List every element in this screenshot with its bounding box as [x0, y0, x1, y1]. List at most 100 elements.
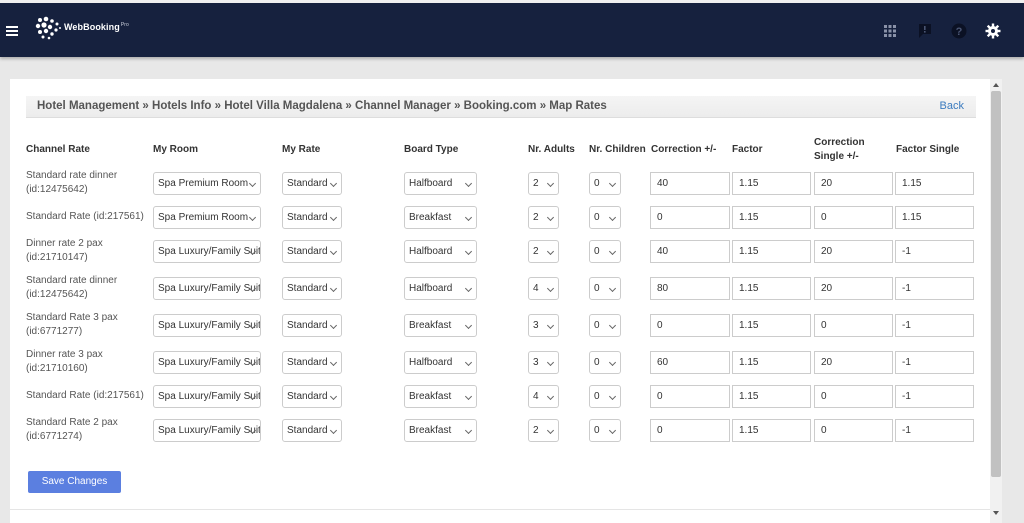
my-room-select[interactable]: Spa Luxury/Family Suite	[153, 314, 261, 337]
nr-children-select[interactable]: 0	[589, 172, 621, 195]
gear-icon[interactable]	[985, 23, 1001, 39]
correction-input[interactable]: 0	[650, 206, 730, 229]
scroll-down-arrow-icon[interactable]	[993, 511, 999, 515]
factor-single-input[interactable]: 1.15	[895, 206, 974, 229]
correction-single-input[interactable]: 0	[814, 419, 893, 442]
my-rate-select[interactable]: Standard	[282, 277, 342, 300]
my-rate-select[interactable]: Standard	[282, 206, 342, 229]
my-rate-select[interactable]: Standard	[282, 240, 342, 263]
scrollbar-thumb[interactable]	[991, 91, 1001, 477]
chevron-down-icon	[329, 213, 338, 222]
board-type-select[interactable]: Breakfast	[404, 419, 477, 442]
correction-input[interactable]: 0	[650, 419, 730, 442]
chevron-down-icon	[464, 321, 473, 330]
factor-input[interactable]: 1.15	[732, 172, 811, 195]
board-type-select[interactable]: Breakfast	[404, 385, 477, 408]
chevron-down-icon	[329, 284, 338, 293]
nr-children-select[interactable]: 0	[589, 206, 621, 229]
help-icon[interactable]: ?	[951, 23, 967, 39]
my-rate-select[interactable]: Standard	[282, 172, 342, 195]
flag-feedback-icon[interactable]	[917, 23, 933, 39]
my-rate-select[interactable]: Standard	[282, 314, 342, 337]
nr-adults-select[interactable]: 4	[528, 385, 559, 408]
nr-adults-select-value: 2	[533, 178, 539, 189]
correction-single-input[interactable]: 0	[814, 206, 893, 229]
nr-adults-select[interactable]: 4	[528, 277, 559, 300]
my-rate-select-value: Standard	[287, 425, 328, 436]
grid-apps-icon[interactable]	[882, 23, 898, 39]
nr-children-select[interactable]: 0	[589, 385, 621, 408]
back-link[interactable]: Back	[940, 100, 964, 112]
my-rate-select[interactable]: Standard	[282, 351, 342, 374]
nr-adults-select[interactable]: 3	[528, 351, 559, 374]
hamburger-menu-icon[interactable]	[6, 26, 18, 36]
factor-single-input-value: -1	[902, 391, 911, 402]
correction-single-input[interactable]: 20	[814, 351, 893, 374]
correction-single-input[interactable]: 0	[814, 314, 893, 337]
my-room-select[interactable]: Spa Premium Room	[153, 172, 261, 195]
correction-input[interactable]: 80	[650, 277, 730, 300]
my-room-select[interactable]: Spa Luxury/Family Suite	[153, 385, 261, 408]
correction-input[interactable]: 0	[650, 385, 730, 408]
factor-single-input-value: -1	[902, 320, 911, 331]
factor-single-input[interactable]: 1.15	[895, 172, 974, 195]
nr-adults-select[interactable]: 2	[528, 240, 559, 263]
factor-input[interactable]: 1.15	[732, 385, 811, 408]
vertical-scrollbar[interactable]	[990, 79, 1002, 523]
factor-single-input[interactable]: -1	[895, 240, 974, 263]
my-rate-select[interactable]: Standard	[282, 419, 342, 442]
correction-input[interactable]: 0	[650, 314, 730, 337]
header-correction: Correction +/-	[651, 144, 717, 155]
my-room-select-value: Spa Premium Room	[158, 212, 249, 223]
scroll-up-arrow-icon[interactable]	[993, 83, 999, 87]
my-room-select[interactable]: Spa Luxury/Family Suite	[153, 419, 261, 442]
nr-adults-select[interactable]: 2	[528, 419, 559, 442]
correction-single-input[interactable]: 20	[814, 277, 893, 300]
my-rate-select[interactable]: Standard	[282, 385, 342, 408]
header-nr-children: Nr. Children	[589, 144, 646, 155]
board-type-select[interactable]: Halfboard	[404, 277, 477, 300]
nr-adults-select[interactable]: 2	[528, 206, 559, 229]
factor-single-input[interactable]: -1	[895, 419, 974, 442]
factor-input-value: 1.15	[739, 425, 759, 436]
nr-children-select-value: 0	[594, 178, 600, 189]
nr-children-select[interactable]: 0	[589, 277, 621, 300]
my-room-select-value: Spa Luxury/Family Suite	[158, 357, 261, 368]
board-type-select[interactable]: Halfboard	[404, 240, 477, 263]
board-type-select[interactable]: Breakfast	[404, 206, 477, 229]
correction-single-input[interactable]: 20	[814, 240, 893, 263]
correction-input[interactable]: 40	[650, 172, 730, 195]
factor-input-value: 1.15	[739, 357, 759, 368]
my-room-select[interactable]: Spa Premium Room	[153, 206, 261, 229]
factor-input[interactable]: 1.15	[732, 351, 811, 374]
my-room-select[interactable]: Spa Luxury/Family Suite	[153, 277, 261, 300]
my-room-select[interactable]: Spa Luxury/Family Suite	[153, 351, 261, 374]
my-room-select[interactable]: Spa Luxury/Family Suite	[153, 240, 261, 263]
factor-input[interactable]: 1.15	[732, 314, 811, 337]
factor-single-input[interactable]: -1	[895, 314, 974, 337]
nr-adults-select[interactable]: 3	[528, 314, 559, 337]
correction-input[interactable]: 40	[650, 240, 730, 263]
correction-single-input[interactable]: 20	[814, 172, 893, 195]
correction-input[interactable]: 60	[650, 351, 730, 374]
board-type-select[interactable]: Halfboard	[404, 351, 477, 374]
nr-children-select[interactable]: 0	[589, 314, 621, 337]
factor-single-input[interactable]: -1	[895, 277, 974, 300]
nr-children-select[interactable]: 0	[589, 351, 621, 374]
factor-input[interactable]: 1.15	[732, 419, 811, 442]
nr-children-select[interactable]: 0	[589, 419, 621, 442]
factor-single-input[interactable]: -1	[895, 351, 974, 374]
save-changes-button[interactable]: Save Changes	[28, 471, 121, 493]
correction-single-input[interactable]: 0	[814, 385, 893, 408]
correction-input-value: 80	[657, 283, 669, 294]
board-type-select[interactable]: Halfboard	[404, 172, 477, 195]
board-type-select[interactable]: Breakfast	[404, 314, 477, 337]
nr-children-select[interactable]: 0	[589, 240, 621, 263]
nr-adults-select[interactable]: 2	[528, 172, 559, 195]
factor-input[interactable]: 1.15	[732, 206, 811, 229]
chevron-down-icon	[546, 179, 555, 188]
factor-input[interactable]: 1.15	[732, 277, 811, 300]
my-rate-select-value: Standard	[287, 283, 328, 294]
factor-input[interactable]: 1.15	[732, 240, 811, 263]
factor-single-input[interactable]: -1	[895, 385, 974, 408]
